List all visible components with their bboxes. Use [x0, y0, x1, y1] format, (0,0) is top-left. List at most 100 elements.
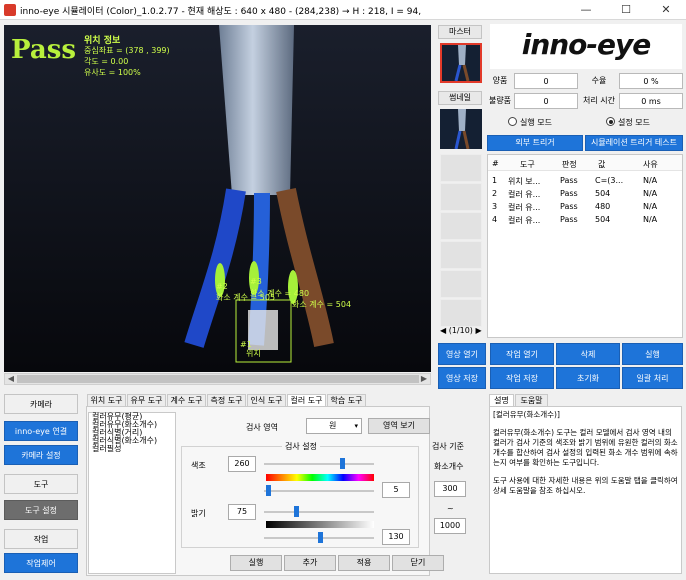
tool-close-button[interactable]: 닫기 — [392, 555, 444, 571]
hue-range-input[interactable]: 5 — [382, 482, 410, 498]
criteria-title: 검사 기준 — [432, 442, 464, 451]
help-footer: 도구 사용에 대한 자세한 내용은 위의 도움말 탭을 클릭하여 상세 도움말을… — [493, 476, 678, 495]
table-row[interactable]: 3 컬러 유... Pass 480 N/A — [488, 201, 682, 214]
table-row[interactable]: 4 컬러 유... Pass 504 N/A — [488, 214, 682, 227]
row-value: C=(3... — [595, 176, 624, 185]
row-value: 504 — [595, 215, 611, 224]
similarity-value: 유사도 = 100% — [84, 68, 141, 77]
thumbnail-slot[interactable] — [440, 212, 482, 240]
open-job-button[interactable]: 작업 열기 — [490, 343, 554, 365]
thumbnail-slot[interactable] — [440, 154, 482, 182]
marker-1-label: 위치 — [246, 349, 261, 358]
run-button[interactable]: 실행 — [622, 343, 683, 365]
maximize-icon[interactable]: ☐ — [606, 0, 646, 20]
row-judgement: Pass — [560, 176, 578, 185]
nav-camera-settings[interactable]: 카메라 설정 — [4, 445, 78, 465]
brightness-slider-track[interactable] — [264, 511, 374, 513]
row-reason: N/A — [643, 189, 658, 198]
thumbnail-slot[interactable] — [440, 241, 482, 269]
camera-scrollbar[interactable]: ◀ ▶ — [4, 373, 431, 385]
criteria-max-input[interactable]: 1000 — [434, 518, 466, 534]
row-tool: 위치 보... — [508, 177, 541, 186]
batch-button[interactable]: 일괄 처리 — [622, 367, 683, 389]
thumbnail-1[interactable] — [440, 109, 482, 150]
thumbnail-slot[interactable] — [440, 270, 482, 298]
scroll-right-icon[interactable]: ▶ — [418, 374, 430, 384]
title-bar: inno-eye 시뮬레이터 (Color)_1.0.2.77 - 현재 해상도… — [0, 0, 686, 20]
table-row[interactable]: 1 위치 보... Pass C=(3... N/A — [488, 175, 682, 188]
master-header: 마스터 — [438, 25, 482, 39]
area-select[interactable]: 원 ▾ — [306, 418, 362, 434]
delete-button[interactable]: 삭제 — [556, 343, 620, 365]
criteria-label: 화소개수 — [434, 462, 464, 471]
thumbnail-pager[interactable]: ◀ (1/10) ▶ — [440, 326, 484, 335]
brightness-range-knob[interactable] — [317, 532, 323, 543]
col-value: 값 — [598, 160, 606, 169]
brightness-gradient — [266, 521, 374, 528]
help-title: [컬러유무(화소개수)] — [493, 410, 560, 419]
nav-job-control[interactable]: 작업제어 — [4, 553, 78, 573]
time-label: 처리 시간 — [580, 93, 618, 109]
hue-input[interactable]: 260 — [228, 456, 256, 472]
hue-slider-knob[interactable] — [339, 458, 345, 469]
camera-image — [4, 25, 431, 372]
good-value: 0 — [514, 73, 578, 89]
close-icon[interactable]: ✕ — [646, 0, 686, 20]
row-reason: N/A — [643, 176, 658, 185]
simulation-trigger-button[interactable]: 시뮬레이션 트리거 테스트 — [585, 135, 683, 151]
marker-3-label: 화소 계수 = 480 — [250, 289, 310, 298]
brightness-slider-knob[interactable] — [294, 506, 300, 517]
nav-tools[interactable]: 도구 — [4, 474, 78, 494]
table-row[interactable]: 2 컬러 유... Pass 504 N/A — [488, 188, 682, 201]
run-mode-label: 실행 모드 — [520, 118, 552, 127]
brightness-input[interactable]: 75 — [228, 504, 256, 520]
area-label: 검사 영역 — [246, 423, 278, 432]
good-label: 양품 — [487, 73, 513, 89]
results-table: # 도구 판정 값 사유 1 위치 보... Pass C=(3... N/A … — [487, 154, 683, 338]
pass-result: Pass — [11, 35, 76, 65]
nav-job[interactable]: 작업 — [4, 529, 78, 549]
minimize-icon[interactable]: — — [566, 0, 606, 20]
thumbnail-slot[interactable] — [440, 183, 482, 211]
tool-add-button[interactable]: 추가 — [284, 555, 336, 571]
hue-spectrum — [266, 474, 374, 481]
external-trigger-button[interactable]: 외부 트리거 — [487, 135, 583, 151]
tool-run-button[interactable]: 실행 — [230, 555, 282, 571]
settings-title: 검사 설정 — [282, 441, 320, 452]
criteria-min-input[interactable]: 300 — [434, 481, 466, 497]
row-value: 480 — [595, 202, 611, 211]
setup-mode-radio[interactable]: 설정 모드 — [606, 117, 650, 128]
tool-apply-button[interactable]: 적용 — [338, 555, 390, 571]
scroll-left-icon[interactable]: ◀ — [5, 374, 17, 384]
master-thumbnail[interactable] — [440, 43, 482, 83]
col-reason: 사유 — [643, 160, 658, 169]
save-image-button[interactable]: 영상 저장 — [438, 367, 486, 389]
logo-box: inno-eye — [490, 24, 682, 69]
nav-tool-settings[interactable]: 도구 설정 — [4, 500, 78, 520]
hue-range-track[interactable] — [264, 490, 374, 492]
nav-camera[interactable]: 카메라 — [4, 394, 78, 414]
row-judgement: Pass — [560, 202, 578, 211]
marker-3-id: #3 — [250, 277, 262, 286]
save-job-button[interactable]: 작업 저장 — [490, 367, 554, 389]
nav-connect[interactable]: inno-eye 연결 — [4, 421, 78, 441]
hue-slider-track[interactable] — [264, 463, 374, 465]
master-thumb-image — [442, 45, 480, 82]
row-num: 4 — [492, 215, 498, 224]
bad-label: 불량품 — [485, 93, 515, 109]
thumbnail-slot[interactable] — [440, 299, 482, 327]
list-item[interactable]: 컬러필성 — [89, 445, 175, 453]
show-area-button[interactable]: 영역 보기 — [368, 418, 430, 434]
camera-view[interactable]: Pass 위치 정보 중심좌표 = (378 , 399) 각도 = 0.00 … — [4, 25, 431, 372]
brightness-label: 밝기 — [191, 509, 206, 518]
brightness-range-input[interactable]: 130 — [382, 529, 410, 545]
marker-2-id: #2 — [216, 282, 228, 291]
open-image-button[interactable]: 영상 열기 — [438, 343, 486, 365]
scroll-thumb[interactable] — [17, 375, 419, 383]
run-mode-radio[interactable]: 실행 모드 — [508, 117, 552, 128]
hue-range-knob[interactable] — [266, 485, 272, 496]
row-num: 1 — [492, 176, 498, 185]
reset-button[interactable]: 초기화 — [556, 367, 620, 389]
col-tool: 도구 — [520, 160, 535, 169]
tool-list[interactable]: 컬러유무(평균) 컬러유무(화소개수) 컬러식별(거리) 컬러식별(화소개수) … — [88, 412, 176, 574]
